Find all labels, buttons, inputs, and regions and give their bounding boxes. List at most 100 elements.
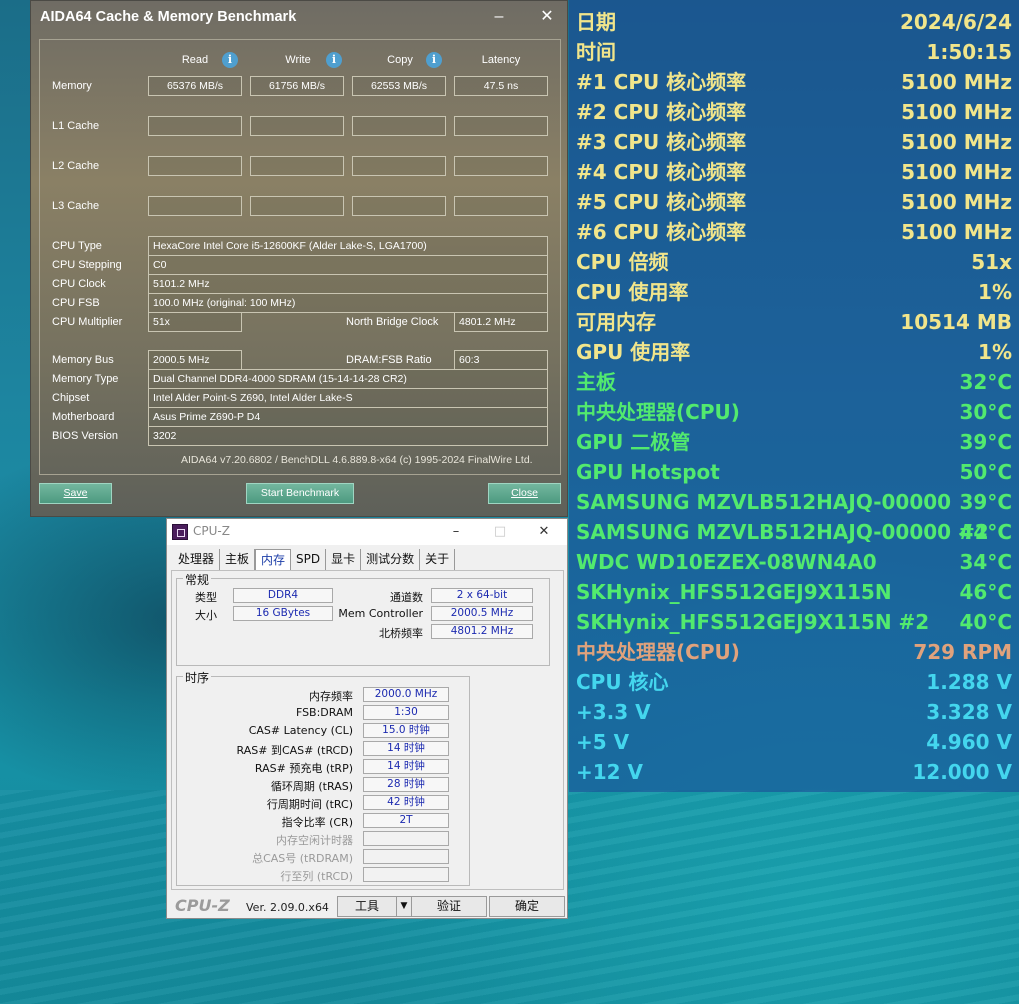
write-info-icon[interactable]: i (326, 52, 342, 68)
timings-group: 时序 内存频率 2000.0 MHz FSB:DRAM 1:30 CAS# La… (176, 669, 470, 886)
l1-read-value (148, 116, 242, 136)
save-button[interactable]: Save (39, 483, 112, 504)
close-icon[interactable]: ✕ (533, 4, 561, 30)
tab-graphics[interactable]: 显卡 (326, 549, 362, 570)
cpuz-titlebar[interactable]: CPU-Z – □ ✕ (167, 519, 567, 545)
timing-label: 循环周期 (tRAS) (270, 780, 353, 793)
sensor-label: 可用内存 (576, 310, 656, 334)
minimize-icon[interactable]: – (441, 521, 471, 543)
timing-label: 总CAS号 (tRDRAM) (252, 852, 353, 865)
aida-window-title: AIDA64 Cache & Memory Benchmark (40, 9, 297, 25)
save-button-label: Save (63, 487, 88, 499)
sensor-row: GPU 使用率 1% (576, 337, 1012, 367)
header-write: Write (285, 54, 311, 66)
l3-latency-value (454, 196, 548, 216)
motherboard-value: Asus Prime Z690-P D4 (148, 407, 548, 427)
tab-bench[interactable]: 测试分数 (361, 549, 421, 570)
validate-button[interactable]: 验证 (411, 896, 487, 917)
dram-fsb-value: 60:3 (454, 350, 548, 370)
chipset-label: Chipset (52, 392, 90, 404)
sensor-value: 32°C (959, 370, 1012, 394)
l1-copy-value (352, 116, 446, 136)
start-benchmark-button[interactable]: Start Benchmark (246, 483, 354, 504)
sensor-value: 34°C (959, 550, 1012, 574)
sensor-value: 5100 MHz (901, 160, 1012, 184)
cpuz-tabbar: 处理器 主板 内存 SPD 显卡 测试分数 关于 (173, 549, 456, 570)
tab-about[interactable]: 关于 (420, 549, 456, 570)
sensor-label: SKHynix_HFS512GEJ9X115N (576, 580, 892, 604)
cpu-type-value: HexaCore Intel Core i5-12600KF (Alder La… (148, 236, 548, 256)
timing-value (363, 831, 449, 846)
sensor-row: #5 CPU 核心频率 5100 MHz (576, 187, 1012, 217)
sensor-overlay-panel: 日期 2024/6/24 时间 1:50:15 #1 CPU 核心频率 5100 MHz #… (569, 0, 1019, 792)
tab-spd[interactable]: SPD (291, 549, 327, 570)
sensor-value: 5100 MHz (901, 100, 1012, 124)
aida-copyright: AIDA64 v7.20.6802 / BenchDLL 4.6.889.8-x… (181, 454, 533, 466)
timing-value: 14 时钟 (363, 759, 449, 774)
tab-mainboard[interactable]: 主板 (220, 549, 256, 570)
memory-bus-value: 2000.5 MHz (148, 350, 242, 370)
sensor-value: 10514 MB (900, 310, 1012, 334)
tab-processor[interactable]: 处理器 (173, 549, 221, 570)
general-group-title: 常规 (183, 571, 212, 588)
read-info-icon[interactable]: i (222, 52, 238, 68)
close-icon[interactable]: ✕ (529, 521, 559, 543)
cpu-fsb-label: CPU FSB (52, 297, 100, 309)
type-value: DDR4 (233, 588, 333, 603)
mem-controller-value: 2000.5 MHz (431, 606, 533, 621)
channels-value: 2 x 64-bit (431, 588, 533, 603)
timing-label: FSB:DRAM (295, 706, 353, 719)
sensor-label: 日期 (576, 10, 616, 34)
sensor-row: CPU 核心 1.288 V (576, 667, 1012, 697)
sensor-label: 中央处理器(CPU) (576, 640, 740, 664)
sensor-label: SAMSUNG MZVLB512HAJQ-00000 (576, 490, 952, 514)
sensor-row: WDC WD10EZEX-08WN4A0 34°C (576, 547, 1012, 577)
sensor-label: GPU 二极管 (576, 430, 691, 454)
minimize-icon[interactable]: – (485, 4, 513, 30)
size-label: 大小 (195, 609, 217, 622)
sensor-row: #3 CPU 核心频率 5100 MHz (576, 127, 1012, 157)
sensor-row: CPU 倍频 51x (576, 247, 1012, 277)
sensor-value: 1.288 V (926, 670, 1012, 694)
aida-results-panel: Read i Write i Copy i Latency Memory 653… (39, 39, 561, 475)
cpuz-bottom-bar: CPU-Z Ver. 2.09.0.x64 工具 ▼ 验证 确定 (167, 893, 567, 919)
sensor-value: 5100 MHz (901, 220, 1012, 244)
timing-value: 2000.0 MHz (363, 687, 449, 702)
close-button-label: Close (511, 487, 538, 499)
cpu-stepping-label: CPU Stepping (52, 259, 122, 271)
timing-label: 行周期时间 (tRC) (266, 798, 353, 811)
north-bridge-label: North Bridge Clock (346, 316, 439, 328)
timing-value: 28 时钟 (363, 777, 449, 792)
timing-label: 内存空闲计时器 (276, 834, 353, 847)
timing-value (363, 867, 449, 882)
tab-memory[interactable]: 内存 (255, 549, 292, 570)
sensor-label: 主板 (576, 370, 616, 394)
sensor-value: 39°C (959, 490, 1012, 514)
l3-copy-value (352, 196, 446, 216)
sensor-label: CPU 使用率 (576, 280, 689, 304)
memory-latency-value: 47.5 ns (454, 76, 548, 96)
l2-write-value (250, 156, 344, 176)
close-button[interactable]: Close (488, 483, 561, 504)
sensor-label: +5 V (576, 730, 630, 754)
sensor-label: 时间 (576, 40, 616, 64)
sensor-row: 可用内存 10514 MB (576, 307, 1012, 337)
memory-read-value: 65376 MB/s (148, 76, 242, 96)
tools-button[interactable]: 工具 (337, 896, 397, 917)
copy-info-icon[interactable]: i (426, 52, 442, 68)
sensor-value: 2024/6/24 (899, 10, 1012, 34)
sensor-label: GPU 使用率 (576, 340, 691, 364)
timing-label: RAS# 到CAS# (tRCD) (236, 744, 353, 757)
ok-button[interactable]: 确定 (489, 896, 565, 917)
sensor-row: SAMSUNG MZVLB512HAJQ-00000 #2 44°C (576, 517, 1012, 547)
cpu-stepping-value: C0 (148, 255, 548, 275)
sensor-row: +3.3 V 3.328 V (576, 697, 1012, 727)
memory-tab-pane: 常规 类型 DDR4 大小 16 GBytes 通道数 2 x 64-bit M… (171, 570, 564, 890)
sensor-label: SAMSUNG MZVLB512HAJQ-00000 #2 (576, 520, 989, 544)
bios-label: BIOS Version (52, 430, 119, 442)
tools-dropdown-icon[interactable]: ▼ (396, 896, 412, 917)
sensor-value: 729 RPM (913, 640, 1012, 664)
timing-label: RAS# 预充电 (tRP) (254, 762, 353, 775)
memory-write-value: 61756 MB/s (250, 76, 344, 96)
cpu-type-label: CPU Type (52, 240, 102, 252)
